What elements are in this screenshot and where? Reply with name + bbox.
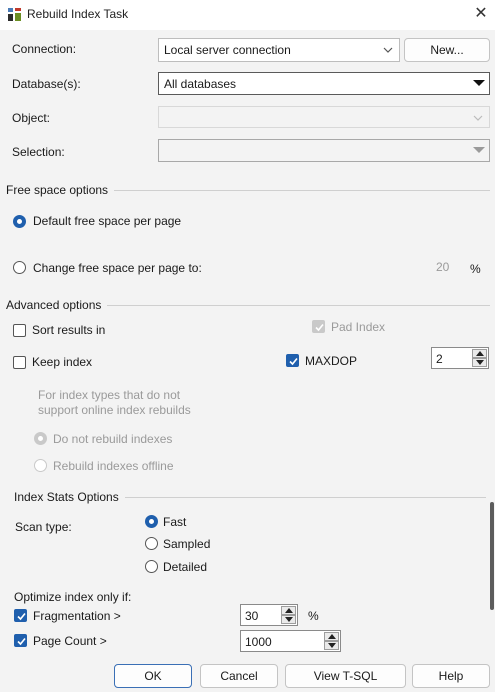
do-not-rebuild-radio[interactable] — [34, 432, 47, 445]
spin-down-button[interactable] — [472, 358, 487, 367]
maxdop-stepper[interactable]: 2 — [431, 347, 489, 369]
triangle-up-icon — [285, 608, 293, 613]
spin-up-button[interactable] — [472, 349, 487, 358]
default-free-space-radio[interactable] — [13, 215, 26, 228]
scan-type-label: Scan type: — [15, 520, 72, 534]
window-title: Rebuild Index Task — [27, 7, 129, 21]
maxdop-value: 2 — [436, 352, 443, 366]
check-icon — [17, 612, 26, 621]
cancel-button[interactable]: Cancel — [200, 664, 278, 688]
page-count-label: Page Count > — [33, 634, 107, 648]
rebuild-offline-label: Rebuild indexes offline — [53, 459, 174, 473]
page-count-stepper[interactable]: 1000 — [240, 630, 341, 652]
scan-type-sampled-label: Sampled — [163, 537, 211, 551]
optimize-label: Optimize index only if: — [14, 590, 132, 604]
spin-up-button[interactable] — [281, 606, 296, 615]
scan-type-detailed-radio[interactable] — [145, 560, 158, 573]
scan-type-fast-radio[interactable] — [145, 515, 158, 528]
check-icon — [17, 637, 26, 646]
change-free-space-label: Change free space per page to: — [33, 261, 202, 275]
online-note-line2: support online index rebuilds — [38, 403, 191, 417]
chevron-down-icon — [473, 109, 483, 130]
pad-index-checkbox[interactable] — [312, 320, 325, 333]
spin-up-button[interactable] — [324, 632, 339, 641]
page-count-value: 1000 — [245, 635, 272, 649]
connection-value: Local server connection — [164, 43, 291, 57]
scan-type-detailed-label: Detailed — [163, 560, 208, 574]
rebuild-offline-radio[interactable] — [34, 459, 47, 472]
default-free-space-label: Default free space per page — [33, 214, 182, 228]
page-count-checkbox[interactable] — [14, 634, 27, 647]
chevron-down-icon — [383, 41, 393, 62]
maxdop-label: MAXDOP — [305, 354, 358, 368]
keep-index-checkbox[interactable] — [13, 356, 26, 369]
keep-index-label: Keep index — [32, 355, 93, 369]
maxdop-spin-buttons — [472, 349, 487, 367]
ok-button[interactable]: OK — [114, 664, 192, 688]
databases-select[interactable]: All databases — [158, 72, 490, 95]
sort-results-checkbox[interactable] — [13, 324, 26, 337]
do-not-rebuild-label: Do not rebuild indexes — [53, 432, 173, 446]
triangle-down-icon — [476, 360, 484, 365]
fragmentation-checkbox[interactable] — [14, 609, 27, 622]
triangle-down-icon — [285, 617, 293, 622]
free-space-group-label: Free space options — [6, 183, 115, 197]
free-space-value: 20 — [436, 260, 450, 274]
object-select[interactable] — [158, 106, 490, 128]
selection-label: Selection: — [12, 145, 65, 159]
object-label: Object: — [12, 111, 51, 125]
dropdown-arrow-icon — [469, 73, 489, 93]
advanced-group-label: Advanced options — [6, 298, 108, 312]
view-tsql-button[interactable]: View T-SQL — [285, 664, 406, 688]
spin-down-button[interactable] — [281, 615, 296, 624]
close-icon[interactable]: ✕ — [472, 4, 490, 24]
connection-select[interactable]: Local server connection — [158, 38, 400, 62]
online-note-line1: For index types that do not — [38, 388, 181, 402]
sort-results-label: Sort results in — [32, 323, 106, 337]
spin-down-button[interactable] — [324, 641, 339, 650]
databases-value: All databases — [164, 77, 237, 91]
databases-label: Database(s): — [12, 77, 81, 91]
fragmentation-spin-buttons — [281, 606, 296, 624]
free-space-input[interactable]: 20 — [425, 256, 459, 278]
triangle-up-icon — [328, 634, 336, 639]
scan-type-sampled-radio[interactable] — [145, 537, 158, 550]
page-count-spin-buttons — [324, 632, 339, 650]
connection-label: Connection: — [12, 42, 77, 56]
selection-select[interactable] — [158, 139, 490, 162]
fragmentation-unit: % — [308, 609, 319, 623]
fragmentation-value: 30 — [245, 609, 259, 623]
fragmentation-label: Fragmentation > — [33, 609, 121, 623]
index-stats-group-label: Index Stats Options — [14, 490, 125, 504]
new-connection-button[interactable]: New... — [404, 38, 490, 62]
maintenance-task-icon — [7, 7, 22, 22]
maxdop-checkbox[interactable] — [286, 354, 299, 367]
dropdown-arrow-icon — [469, 140, 489, 160]
triangle-up-icon — [476, 351, 484, 356]
free-space-unit: % — [470, 262, 481, 276]
help-button[interactable]: Help — [412, 664, 490, 688]
scan-type-fast-label: Fast — [163, 515, 187, 529]
check-icon — [289, 357, 298, 366]
triangle-down-icon — [328, 643, 336, 648]
pad-index-label: Pad Index — [331, 320, 386, 334]
vertical-scrollbar[interactable] — [490, 502, 494, 610]
check-icon — [315, 323, 324, 332]
fragmentation-stepper[interactable]: 30 — [240, 604, 298, 626]
change-free-space-radio[interactable] — [13, 261, 26, 274]
